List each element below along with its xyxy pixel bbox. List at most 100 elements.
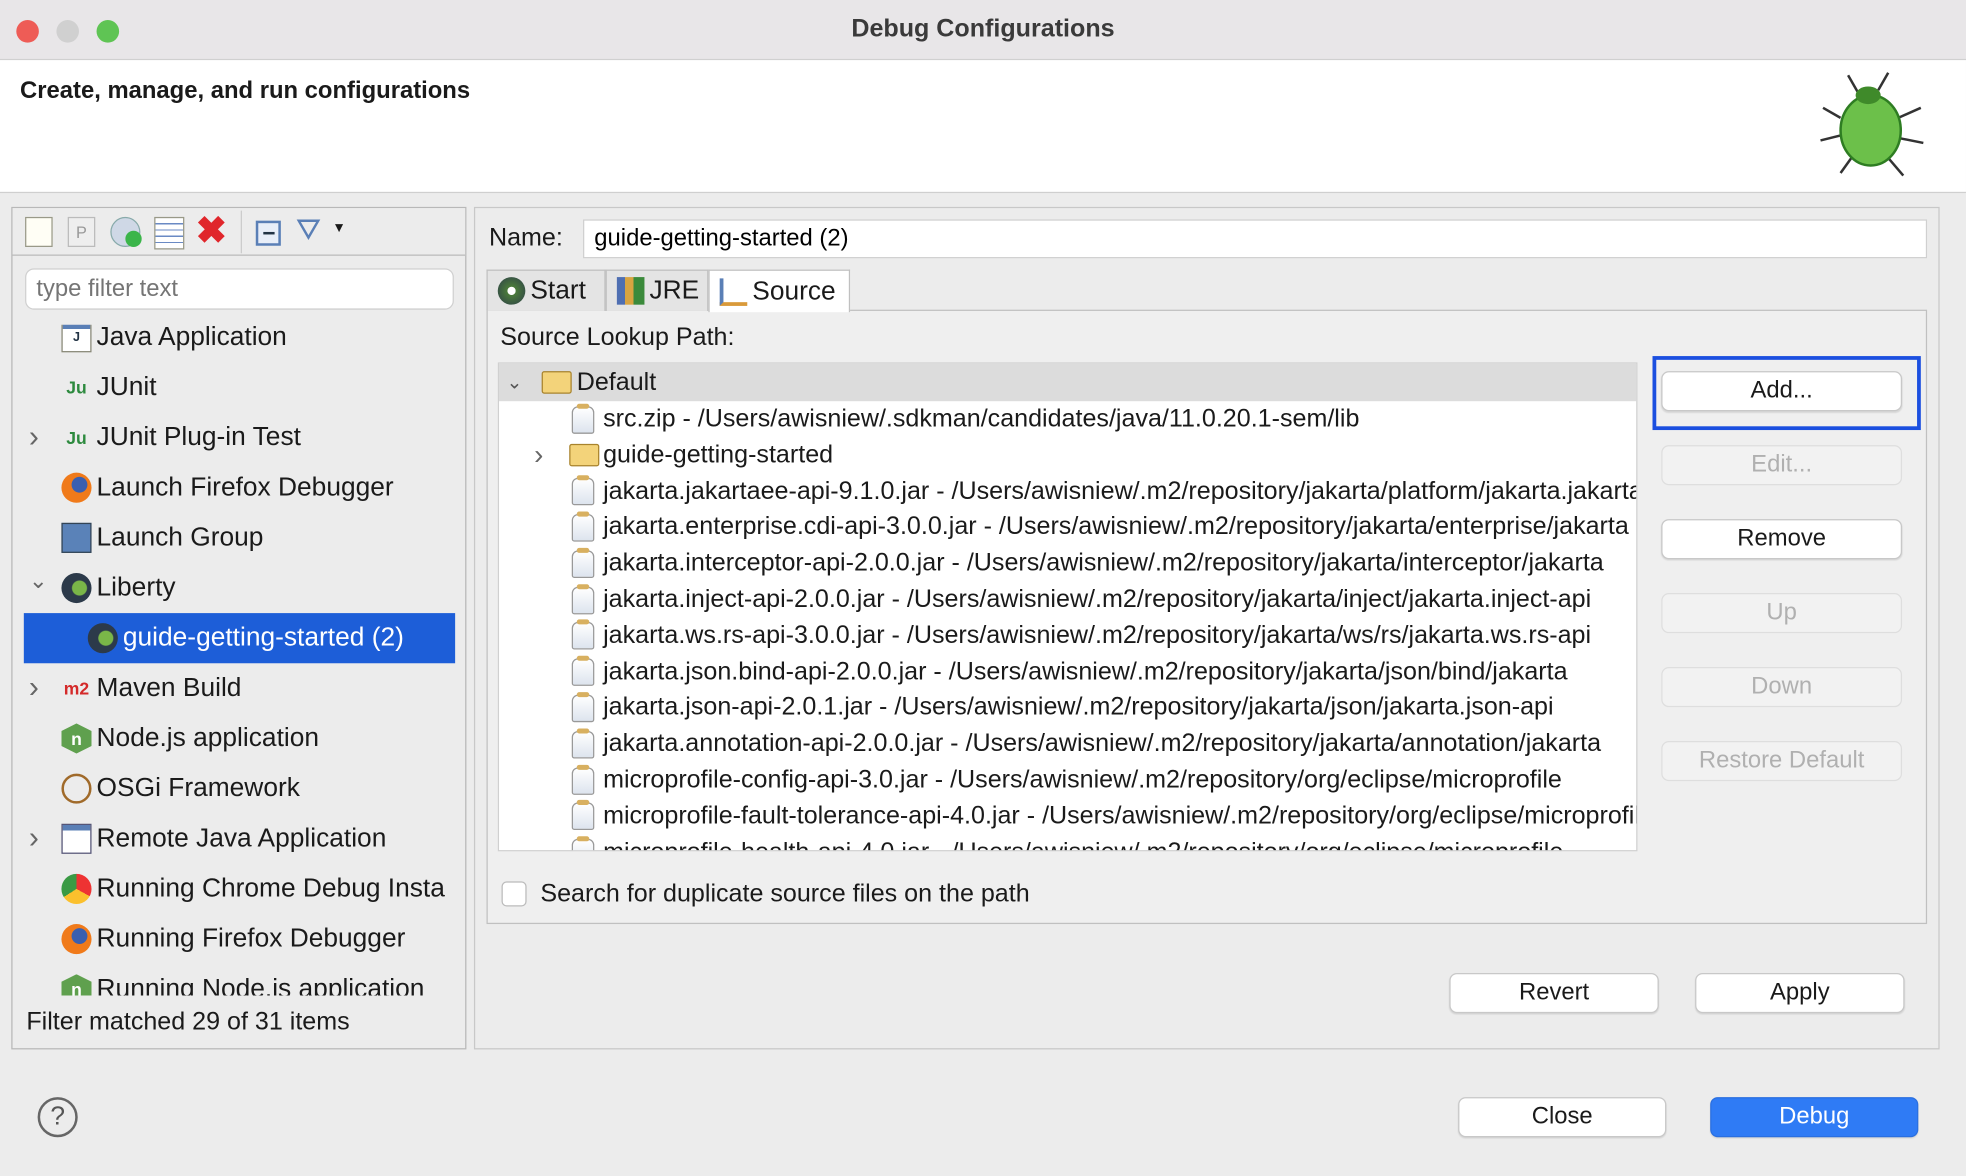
config-tree-item[interactable]: Launch Firefox Debugger (24, 463, 450, 513)
junit-icon: Ju (66, 377, 87, 398)
debug-button[interactable]: Debug (1710, 1097, 1919, 1138)
help-icon[interactable]: ? (37, 1097, 78, 1138)
duplicate-source-label: Search for duplicate source files on the… (540, 880, 1030, 908)
jre-tab-icon (616, 277, 645, 305)
source-lookup-tree[interactable]: ⌄ Default src.zip - /Users/awisniew/.sdk… (497, 362, 1638, 852)
chevron-right-icon[interactable]: › (29, 821, 39, 856)
nodejs-icon: n (61, 723, 92, 754)
liberty-icon (61, 572, 92, 604)
config-tree-item[interactable]: › Ju JUnit Plug-in Test (24, 413, 450, 463)
chevron-right-icon[interactable]: › (29, 420, 39, 455)
new-configuration-icon[interactable] (25, 216, 53, 247)
tab-jre[interactable]: JRE (605, 269, 709, 311)
config-tree-item[interactable]: Running Firefox Debugger (24, 914, 450, 964)
config-tree-item-label: Running Firefox Debugger (96, 924, 406, 953)
export-configuration-icon[interactable] (110, 216, 142, 247)
config-tree-item[interactable]: Ju JUnit (24, 362, 450, 412)
name-input[interactable] (583, 219, 1928, 259)
name-label: Name: (488, 224, 563, 253)
source-entry-row[interactable]: src.zip - /Users/awisniew/.sdkman/candid… (499, 401, 1636, 437)
filter-icon[interactable]: ⛛ (296, 213, 321, 248)
add-button[interactable]: Add... (1661, 371, 1903, 412)
new-prototype-icon[interactable]: P (67, 216, 96, 247)
jar-icon (571, 728, 595, 759)
config-tree-item[interactable]: guide-getting-started (2) (23, 613, 456, 664)
launch-group-icon (61, 522, 92, 553)
config-tree-item[interactable]: n Running Node.js application (24, 964, 450, 996)
config-tree-item[interactable]: Running Chrome Debug Insta (24, 864, 450, 914)
header-text: Create, manage, and run configurations (20, 77, 471, 105)
source-entry-label: jakarta.inject-api-2.0.0.jar - /Users/aw… (603, 585, 1592, 614)
chevron-right-icon[interactable]: › (534, 439, 543, 472)
jar-icon (571, 583, 595, 614)
source-entry-row[interactable]: › guide-getting-started (499, 437, 1636, 473)
remove-button[interactable]: Remove (1661, 519, 1903, 560)
up-button[interactable]: Up (1661, 593, 1903, 634)
source-entry-row[interactable]: jakarta.interceptor-api-2.0.0.jar - /Use… (499, 546, 1636, 582)
source-entry-row[interactable]: microprofile-config-api-3.0.jar - /Users… (499, 762, 1636, 798)
source-entry-label: jakarta.annotation-api-2.0.0.jar - /User… (603, 729, 1602, 758)
apply-button[interactable]: Apply (1695, 972, 1905, 1014)
config-tree-item[interactable]: OSGi Framework (24, 764, 450, 814)
restore-default-button[interactable]: Restore Default (1661, 740, 1903, 782)
config-tree-item[interactable]: › m2 Maven Build (24, 663, 450, 713)
config-tree-item[interactable]: J Java Application (24, 324, 450, 363)
config-tree-item-label: Maven Build (96, 673, 242, 703)
config-tree-item[interactable]: ⌄ Liberty (24, 563, 450, 613)
source-lookup-label: Source Lookup Path: (500, 323, 735, 352)
duplicate-source-checkbox[interactable] (501, 881, 527, 907)
tab-source[interactable]: Source (708, 269, 851, 313)
delete-configuration-icon[interactable]: ✖ (196, 209, 228, 253)
source-entry-row[interactable]: jakarta.json-api-2.0.1.jar - /Users/awis… (499, 690, 1636, 726)
filter-input[interactable] (25, 268, 454, 310)
chevron-down-icon[interactable]: ⌄ (507, 371, 523, 393)
chevron-right-icon[interactable]: › (29, 671, 39, 706)
maven-icon: m2 (63, 678, 90, 699)
firefox-icon (61, 924, 92, 955)
edit-button[interactable]: Edit... (1661, 445, 1903, 486)
source-tab-icon (719, 277, 748, 306)
archive-icon (571, 403, 595, 434)
source-entry-row[interactable]: jakarta.annotation-api-2.0.0.jar - /User… (499, 726, 1636, 762)
config-tree-item[interactable]: Launch Group (24, 513, 450, 563)
source-entry-row[interactable]: microprofile-fault-tolerance-api-4.0.jar… (499, 798, 1636, 834)
collapse-all-icon[interactable] (255, 220, 281, 246)
osgi-icon (61, 773, 92, 804)
config-tree-item[interactable]: n Node.js application (24, 713, 450, 763)
jar-icon (571, 836, 595, 851)
firefox-icon (61, 472, 92, 503)
source-entry-label: jakarta.interceptor-api-2.0.0.jar - /Use… (603, 549, 1604, 577)
config-tree-item-label: JUnit Plug-in Test (96, 422, 301, 452)
dialog-header: Create, manage, and run configurations (0, 60, 1966, 194)
source-entry-row[interactable]: jakarta.inject-api-2.0.0.jar - /Users/aw… (499, 582, 1636, 618)
config-tree-item-label: Liberty (96, 572, 176, 602)
tree-root-default[interactable]: ⌄ Default (499, 363, 1637, 402)
config-tree-item-label: Node.js application (96, 723, 320, 753)
source-entry-row[interactable]: jakarta.jakartaee-api-9.1.0.jar - /Users… (499, 473, 1636, 509)
config-tree-item-label: Running Node.js application (96, 974, 425, 996)
configuration-list-panel: P ✖ ⛛ ▼ JJava Application Ju JUnit › Ju JUnit… (11, 206, 467, 1050)
down-button[interactable]: Down (1661, 667, 1903, 708)
list-toolbar: P ✖ ⛛ ▼ (12, 208, 466, 256)
config-tree-item[interactable]: › Remote Java Application (24, 814, 450, 864)
source-entry-row[interactable]: microprofile-health-api-4.0.jar - /Users… (499, 835, 1636, 851)
start-tab-icon (497, 277, 526, 305)
source-entry-row[interactable]: jakarta.enterprise.cdi-api-3.0.0.jar - /… (499, 510, 1636, 546)
chevron-down-icon[interactable]: ⌄ (29, 568, 48, 594)
close-button[interactable]: Close (1458, 1097, 1667, 1138)
jar-icon (571, 691, 595, 723)
tab-label: Start (530, 275, 586, 305)
configuration-tree[interactable]: J Java Application Ju JUnit › Ju JUnit Plug-in… (13, 324, 466, 996)
config-tree-item-label: OSGi Framework (96, 773, 300, 803)
source-entry-label: jakarta.json.bind-api-2.0.0.jar - /Users… (603, 657, 1568, 686)
source-entry-label: jakarta.json-api-2.0.1.jar - /Users/awis… (603, 693, 1554, 722)
source-entry-row[interactable]: jakarta.json.bind-api-2.0.0.jar - /Users… (499, 654, 1636, 690)
config-tree-item-label: JUnit (96, 372, 157, 402)
source-entry-label: microprofile-config-api-3.0.jar - /Users… (603, 766, 1562, 794)
duplicate-configuration-icon[interactable] (154, 216, 185, 250)
filter-dropdown-icon[interactable]: ▼ (332, 221, 346, 236)
config-tree-item-label: Launch Group (96, 522, 264, 552)
revert-button[interactable]: Revert (1449, 972, 1659, 1014)
source-entry-row[interactable]: jakarta.ws.rs-api-3.0.0.jar - /Users/awi… (499, 618, 1636, 654)
tab-start[interactable]: Start (486, 269, 606, 311)
